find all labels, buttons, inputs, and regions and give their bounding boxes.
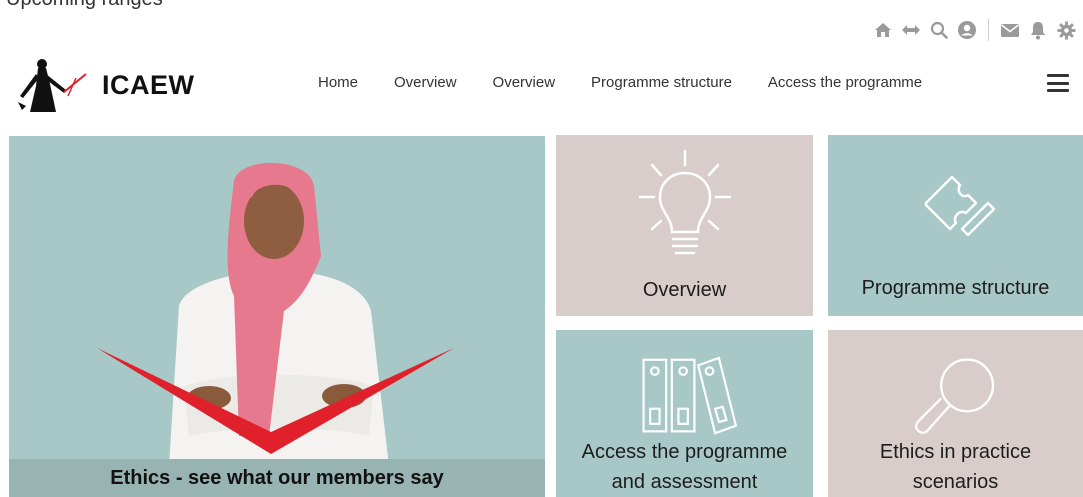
main-nav: Home Overview Overview Programme structu… (300, 74, 940, 91)
logo-text: ICAEW (102, 69, 195, 100)
user-circle-icon[interactable] (956, 19, 978, 41)
tile-scenarios-line2: scenarios (912, 471, 999, 493)
tile-ethics-scenarios[interactable]: Ethics in practice scenarios (828, 330, 1083, 497)
tile-access-line2: and assessment (611, 471, 758, 493)
nav-access-programme[interactable]: Access the programme (750, 74, 940, 91)
home-icon[interactable] (872, 19, 894, 41)
hero-illustration (97, 162, 454, 466)
tile-access-line1: Access the programme (581, 441, 788, 463)
partial-top-text: Upcoming ranges (6, 0, 163, 11)
tile-access-programme[interactable]: Access the programme and assessment (556, 330, 813, 497)
magnifier-icon (914, 358, 994, 434)
tile-overview[interactable]: Overview (556, 135, 813, 316)
gear-icon[interactable] (1055, 19, 1077, 41)
lightbulb-icon (638, 149, 731, 255)
nav-home[interactable]: Home (300, 74, 376, 91)
icaew-logo[interactable]: ICAEW (16, 56, 195, 114)
hero-banner[interactable]: Ethics - see what our members say (9, 136, 545, 497)
logo-figure-icon (18, 59, 87, 112)
divider (988, 19, 989, 41)
hero-caption: Ethics - see what our members say (9, 459, 545, 497)
mail-icon[interactable] (999, 19, 1021, 41)
bell-icon[interactable] (1027, 19, 1049, 41)
puzzle-piece-icon (924, 175, 995, 237)
nav-overview[interactable]: Overview (376, 74, 475, 91)
search-icon[interactable] (928, 19, 950, 41)
hamburger-menu-icon[interactable] (1047, 74, 1069, 92)
nav-programme-structure[interactable]: Programme structure (573, 74, 750, 91)
tile-programme-structure[interactable]: Programme structure (828, 135, 1083, 316)
tile-scenarios-line1: Ethics in practice (879, 441, 1032, 463)
nav-overview-2[interactable]: Overview (475, 74, 574, 91)
tile-structure-label: Programme structure (861, 277, 1050, 299)
utility-bar (872, 16, 1077, 44)
arrows-horizontal-icon[interactable] (900, 19, 922, 41)
tile-overview-label: Overview (642, 279, 727, 301)
binders-icon (641, 356, 737, 435)
